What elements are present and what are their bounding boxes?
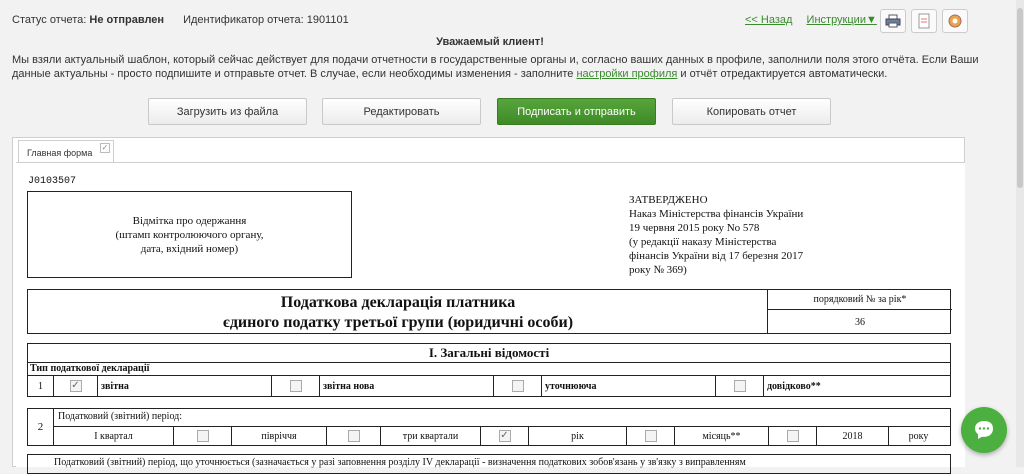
top-links: << Назад Инструкции▼ (745, 14, 877, 26)
printer-icon (885, 14, 901, 28)
scrollbar-thumb[interactable] (1017, 8, 1023, 188)
type-checkbox-cell (272, 376, 320, 396)
status-label: Статус отчета: (12, 14, 87, 26)
document-icon (918, 13, 930, 29)
checkbox-checked[interactable]: ✓ (69, 380, 82, 392)
reporting-period-row: 2 Податковий (звітний) період: I квартал… (27, 408, 951, 446)
period-clarification-row: Податковий (звітний) період, що уточнюєт… (27, 454, 951, 474)
check-icon: ✓ (100, 143, 110, 153)
settings-button[interactable] (942, 9, 968, 33)
page-scrollbar[interactable] (1016, 0, 1024, 467)
period-option-label: півріччя (232, 427, 327, 445)
approval-block: ЗАТВЕРДЖЕНО Наказ Міністерства фінансів … (629, 193, 803, 277)
sign-and-send-button[interactable]: Подписать и отправить (497, 98, 656, 125)
declaration-title: Податкова декларація платника єдиного по… (28, 293, 768, 333)
document-button[interactable] (911, 9, 937, 33)
back-link[interactable]: << Назад (745, 14, 792, 26)
period-options: I квартал півріччя три квартали ✓ рік мі… (54, 426, 950, 445)
approval-line: Наказ Міністерства фінансів України (629, 208, 804, 220)
profile-settings-link[interactable]: настройки профиля (576, 68, 677, 80)
title-line: Податкова декларація платника (280, 294, 516, 311)
status-value: Не отправлен (89, 14, 165, 26)
instructions-link[interactable]: Инструкции▼ (807, 14, 877, 26)
row-number: 2 (28, 409, 54, 445)
type-option-label: довідково** (767, 380, 821, 392)
load-from-file-button[interactable]: Загрузить из файла (148, 98, 307, 125)
period-checkbox-cell (769, 427, 817, 445)
declaration-form: J0103507 Відмітка про одержання (штамп к… (16, 162, 965, 474)
period-option-label: місяць** (675, 427, 769, 445)
title-line: єдиного податку третьої групи (юридичні … (222, 314, 574, 331)
notice-text: Мы взяли актуальный шаблон, который сейч… (12, 53, 980, 81)
checkbox[interactable] (196, 430, 209, 442)
approval-line: 19 червня 2015 року No 578 (629, 222, 760, 234)
form-code: J0103507 (28, 176, 77, 187)
period-checkbox-cell: ✓ (481, 427, 529, 445)
row-number: 1 (28, 376, 54, 396)
declaration-type-label: Тип податкової декларації (28, 363, 950, 376)
receipt-stamp-box: Відмітка про одержання (штамп контролююч… (27, 191, 352, 278)
stamp-line: Відмітка про одержання (132, 215, 247, 227)
checkbox[interactable] (511, 380, 524, 392)
period-checkbox-cell (627, 427, 675, 445)
status-bar: Статус отчета: Не отправлен Идентификато… (12, 14, 349, 26)
type-option-label: звітна (98, 376, 272, 396)
period-option-label: рік (529, 427, 627, 445)
year-suffix: року (908, 430, 929, 442)
order-number-field[interactable]: 36 (768, 310, 952, 328)
type-checkbox-cell (716, 376, 764, 396)
year-field[interactable]: 2018 (817, 427, 889, 445)
print-button[interactable] (880, 9, 906, 33)
chat-icon (975, 421, 993, 439)
type-option-label: уточнююча (542, 376, 716, 396)
type-checkbox-cell (494, 376, 542, 396)
checkbox[interactable] (786, 430, 799, 442)
approval-line: (у редакції наказу Міністерства (629, 236, 777, 248)
chat-widget-button[interactable] (961, 407, 1007, 453)
tab-main-form[interactable]: Главная форма ✓ (18, 140, 114, 162)
approval-line: року № 369) (629, 264, 687, 276)
checkbox[interactable] (733, 380, 746, 392)
checkbox[interactable] (289, 380, 302, 392)
edit-button[interactable]: Редактировать (322, 98, 481, 125)
report-id-label: Идентификатор отчета: (183, 14, 304, 26)
type-checkbox-cell: ✓ (54, 376, 98, 396)
checkbox-checked[interactable]: ✓ (498, 430, 511, 442)
copy-report-button[interactable]: Копировать отчет (672, 98, 831, 125)
period-checkbox-cell (174, 427, 232, 445)
gear-icon (948, 14, 962, 28)
order-number-label: порядковий № за рік* (768, 290, 952, 310)
notice-title: Уважаемый клиент! (436, 36, 544, 48)
order-number-box: порядковий № за рік* 36 (767, 290, 952, 333)
stamp-line: дата, вхідний номер) (140, 243, 239, 255)
approval-line: ЗАТВЕРДЖЕНО (629, 194, 708, 206)
notice-text-part2: и отчёт отредактируется автоматически. (677, 68, 888, 80)
tab-main-form-label: Главная форма (27, 148, 93, 158)
stamp-line: (штамп контролюючого органу, (115, 229, 264, 241)
report-id-value: 1901101 (306, 14, 349, 26)
checkbox[interactable] (347, 430, 360, 442)
approval-line: фінансів України від 17 березня 2017 (629, 250, 804, 262)
general-info-section: I. Загальні відомості Тип податкової дек… (27, 343, 951, 397)
type-option-label: звітна нова (320, 376, 494, 396)
period-label: Податковий (звітний) період: (58, 411, 183, 422)
period-checkbox-cell (327, 427, 381, 445)
declaration-title-box: Податкова декларація платника єдиного по… (27, 289, 952, 334)
section-heading: I. Загальні відомості (28, 344, 950, 363)
checkbox[interactable] (644, 430, 657, 442)
period-option-label: I квартал (54, 427, 174, 445)
period-option-label: три квартали (381, 427, 481, 445)
declaration-type-row: 1 ✓ звітна звітна нова уточнююча довідко… (28, 376, 950, 396)
